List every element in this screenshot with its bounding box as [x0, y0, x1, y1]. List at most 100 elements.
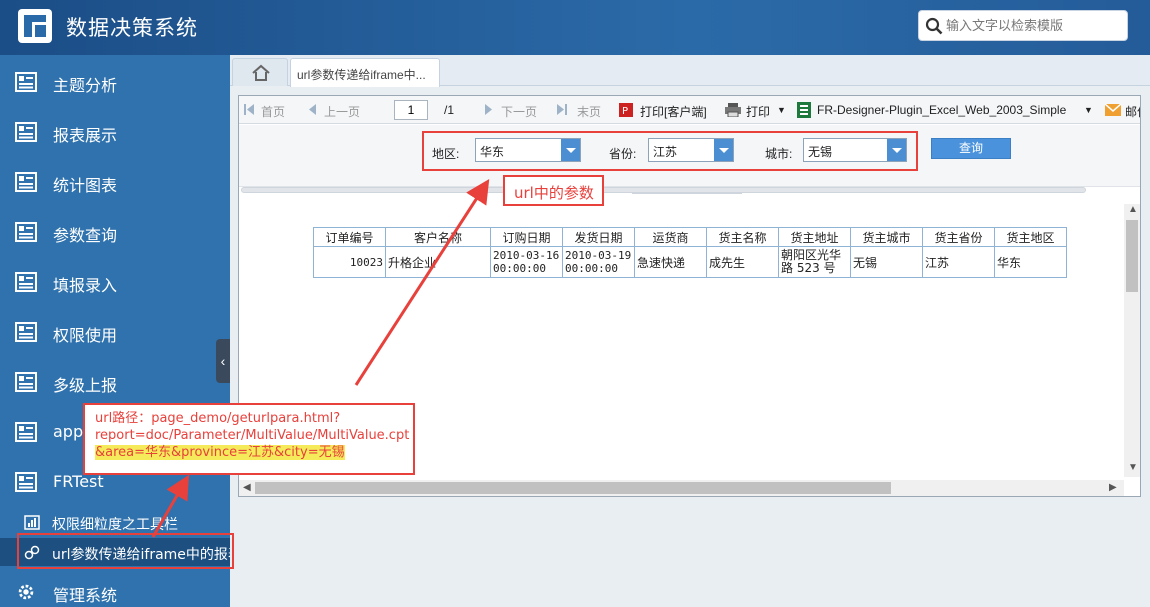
scroll-up-icon[interactable]: ▲ — [1128, 204, 1138, 215]
sidebar: 主题分析 报表展示 统计图表 参数查询 填报录入 权限使用 多级上报 app F… — [0, 55, 230, 607]
first-page-icon[interactable] — [244, 104, 254, 115]
report-icon — [15, 72, 37, 92]
scroll-left-icon[interactable]: ◀ — [243, 482, 251, 493]
table-row: 10023 升格企业 2010-03-16 00:00:00 2010-03-19… — [313, 246, 1067, 278]
sidebar-item-label: 多级上报 — [53, 376, 118, 395]
sidebar-item-label: app — [53, 422, 84, 441]
report-icon — [15, 322, 37, 342]
mail-button[interactable]: 邮件 — [1125, 103, 1140, 120]
sidebar-item-management-system[interactable]: 管理系统 — [0, 567, 230, 607]
query-button[interactable]: 查询 — [931, 138, 1011, 159]
cell-address: 朝阳区光华路 523 号 — [778, 246, 851, 278]
tab-bar: url参数传递给iframe中... — [230, 55, 1150, 87]
horizontal-scrollbar[interactable]: ◀ ▶ — [239, 480, 1124, 496]
highlighted-params: &area=华东&province=江苏&city=无锡 — [95, 445, 345, 460]
table-header-row: 订单编号 客户名称 订购日期 发货日期 运货商 货主名称 货主地址 货主城市 货… — [313, 227, 1067, 247]
chart-icon — [24, 515, 40, 530]
report-table: 订单编号 客户名称 订购日期 发货日期 运货商 货主名称 货主地址 货主城市 货… — [313, 227, 1067, 278]
sidebar-item-label: 主题分析 — [53, 76, 118, 95]
template-search[interactable] — [918, 10, 1128, 41]
callout-line: url路径：page_demo/geturlpara.html? — [95, 411, 341, 426]
callout-line: report=doc/Parameter/MultiValue/MultiVal… — [95, 428, 410, 443]
horizontal-scroll-thumb[interactable] — [255, 482, 891, 494]
mail-icon[interactable] — [1105, 104, 1121, 116]
parameter-panel-toggle[interactable] — [632, 193, 742, 199]
column-header: 运货商 — [634, 227, 707, 247]
sidebar-item-stat-charts[interactable]: 统计图表 — [0, 157, 230, 207]
sidebar-item-label: 报表展示 — [53, 126, 118, 145]
column-header: 订购日期 — [490, 227, 563, 247]
sidebar-collapse-button[interactable]: ‹ — [216, 339, 230, 383]
next-page-icon[interactable] — [484, 104, 494, 115]
print-client-button[interactable]: 打印[客户端] — [640, 103, 707, 120]
sidebar-item-permissions[interactable]: 权限使用 — [0, 307, 230, 357]
first-page-button[interactable]: 首页 — [261, 103, 285, 120]
app-logo-icon — [18, 9, 52, 43]
column-header: 发货日期 — [562, 227, 635, 247]
cell-shipper: 急速快递 — [634, 246, 707, 278]
report-icon — [15, 422, 37, 442]
cell-line: 2010-03-19 — [565, 249, 632, 262]
app-title: 数据决策系统 — [66, 16, 198, 40]
column-header: 订单编号 — [313, 227, 386, 247]
sidebar-item-topic-analysis[interactable]: 主题分析 — [0, 57, 230, 107]
cell-order-id: 10023 — [313, 246, 386, 278]
svg-text:P: P — [622, 106, 628, 117]
callout-url-params: url中的参数 — [503, 175, 604, 206]
scroll-down-icon[interactable]: ▼ — [1128, 462, 1138, 473]
tab-home[interactable] — [232, 58, 288, 86]
sidebar-item-fill-entry[interactable]: 填报录入 — [0, 257, 230, 307]
tab-url-param-report[interactable]: url参数传递给iframe中... — [290, 58, 440, 87]
page-number-input[interactable] — [394, 100, 428, 120]
prev-page-icon[interactable] — [307, 104, 317, 115]
cell-city: 无锡 — [850, 246, 923, 278]
report-icon — [15, 172, 37, 192]
last-page-button[interactable]: 末页 — [577, 103, 601, 120]
cell-province: 江苏 — [922, 246, 995, 278]
export-dropdown-icon[interactable]: ▼ — [1084, 105, 1093, 115]
search-icon[interactable] — [925, 17, 943, 35]
sidebar-item-label: 参数查询 — [53, 226, 118, 245]
column-header: 货主地区 — [994, 227, 1067, 247]
cell-order-date: 2010-03-16 00:00:00 — [490, 246, 563, 278]
print-button[interactable]: 打印 — [746, 103, 770, 120]
sidebar-item-multi-level-report[interactable]: 多级上报 — [0, 357, 230, 407]
export-plugin-button[interactable]: FR-Designer-Plugin_Excel_Web_2003_Simple — [817, 103, 1066, 117]
cell-ship-date: 2010-03-19 00:00:00 — [562, 246, 635, 278]
print-dropdown-icon[interactable]: ▼ — [777, 105, 786, 115]
cell-owner: 成先生 — [706, 246, 779, 278]
report-icon — [15, 372, 37, 392]
search-input[interactable] — [946, 16, 1124, 36]
sidebar-item-param-query[interactable]: 参数查询 — [0, 207, 230, 257]
vertical-scroll-thumb[interactable] — [1126, 220, 1138, 292]
column-header: 货主城市 — [850, 227, 923, 247]
excel-export-icon[interactable] — [797, 102, 811, 118]
cell-line: 00:00:00 — [565, 262, 618, 275]
gear-icon — [18, 584, 34, 600]
cell-region: 华东 — [994, 246, 1067, 278]
column-header: 货主地址 — [778, 227, 851, 247]
home-icon — [252, 64, 270, 81]
cell-line: 2010-03-16 — [493, 249, 560, 262]
column-header: 客户名称 — [385, 227, 491, 247]
prev-page-button[interactable]: 上一页 — [324, 103, 360, 120]
sidebar-item-report-display[interactable]: 报表展示 — [0, 107, 230, 157]
sidebar-subitem-label: 权限细粒度之工具栏 — [52, 517, 178, 533]
cell-line: 00:00:00 — [493, 262, 546, 275]
report-toolbar: 首页 上一页 /1 下一页 末页 P 打印[客户端] 打印 ▼ FR-Desig… — [239, 96, 1140, 124]
callout-url-path: url路径：page_demo/geturlpara.html? report=… — [83, 403, 415, 475]
cell-customer: 升格企业 — [385, 246, 491, 278]
scroll-right-icon[interactable]: ▶ — [1109, 482, 1117, 493]
vertical-scrollbar[interactable]: ▲ ▼ — [1124, 204, 1140, 477]
column-header: 货主名称 — [706, 227, 779, 247]
sidebar-item-label: 权限使用 — [53, 326, 118, 345]
printer-icon[interactable] — [725, 103, 741, 117]
next-page-button[interactable]: 下一页 — [501, 103, 537, 120]
cell-line: 路 523 号 — [781, 261, 836, 275]
pdf-print-icon[interactable]: P — [619, 103, 633, 117]
report-icon — [15, 272, 37, 292]
callout-line-highlight: &area=华东&province=江苏&city=无锡 — [95, 444, 413, 461]
sidebar-subitem-toolbar-permissions[interactable]: 权限细粒度之工具栏 — [0, 508, 230, 536]
sidebar-item-label: 统计图表 — [53, 176, 118, 195]
last-page-icon[interactable] — [557, 104, 567, 115]
